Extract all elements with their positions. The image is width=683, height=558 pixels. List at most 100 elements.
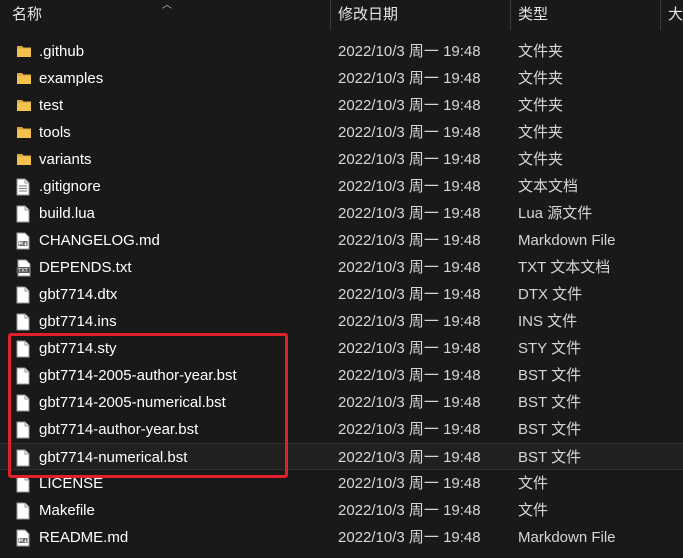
file-type: 文件夹 [518,70,564,87]
file-row[interactable]: gbt7714-2005-author-year.bst 2022/10/3 周… [0,362,683,389]
file-name: tools [39,124,71,141]
file-type: Markdown File [518,529,616,546]
file-name: gbt7714-2005-numerical.bst [39,394,226,411]
column-header-size[interactable]: 大 [668,0,683,30]
file-icon [16,367,32,385]
file-name: gbt7714.ins [39,313,117,330]
file-date-modified: 2022/10/3 周一 19:48 [338,475,481,492]
column-header-name[interactable]: 名称 [12,0,330,30]
file-type: 文件夹 [518,151,564,168]
file-type: TXT 文本文档 [518,259,611,276]
file-date-modified: 2022/10/3 周一 19:48 [338,286,481,303]
file-icon [16,313,32,331]
file-date-modified: 2022/10/3 周一 19:48 [338,151,481,168]
file-row[interactable]: .github 2022/10/3 周一 19:48 文件夹 [0,38,683,65]
folder-icon [16,124,32,142]
file-row[interactable]: gbt7714.dtx 2022/10/3 周一 19:48 DTX 文件 [0,281,683,308]
file-date-modified: 2022/10/3 周一 19:48 [338,70,481,87]
file-name: Makefile [39,502,95,519]
file-row[interactable]: variants 2022/10/3 周一 19:48 文件夹 [0,146,683,173]
file-row[interactable]: Makefile 2022/10/3 周一 19:48 文件 [0,497,683,524]
file-name: CHANGELOG.md [39,232,160,249]
column-divider[interactable] [330,0,331,30]
file-icon [16,286,32,304]
file-type: DTX 文件 [518,286,583,303]
text-document-icon [16,178,32,196]
file-row[interactable]: gbt7714-numerical.bst 2022/10/3 周一 19:48… [0,443,683,470]
file-type: 文件夹 [518,97,564,114]
column-divider[interactable] [510,0,511,30]
svg-text:TXT: TXT [17,268,28,274]
file-date-modified: 2022/10/3 周一 19:48 [338,394,481,411]
folder-icon [16,43,32,61]
txt-file-icon: TXT [16,259,32,277]
file-icon [16,449,32,467]
file-name: build.lua [39,205,95,222]
file-type: 文件夹 [518,124,564,141]
file-date-modified: 2022/10/3 周一 19:48 [338,313,481,330]
column-header-type[interactable]: 类型 [518,0,660,30]
file-date-modified: 2022/10/3 周一 19:48 [338,502,481,519]
file-name: variants [39,151,92,168]
file-name: .github [39,43,85,60]
file-type: STY 文件 [518,340,582,357]
file-type: 文本文档 [518,178,579,195]
file-icon [16,205,32,223]
file-type: 文件 [518,475,549,492]
file-icon [16,394,32,412]
file-date-modified: 2022/10/3 周一 19:48 [338,449,481,466]
file-type: 文件 [518,502,549,519]
file-row[interactable]: test 2022/10/3 周一 19:48 文件夹 [0,92,683,119]
file-row[interactable]: .gitignore 2022/10/3 周一 19:48 文本文档 [0,173,683,200]
file-name: gbt7714-author-year.bst [39,421,199,438]
file-row[interactable]: gbt7714-2005-numerical.bst 2022/10/3 周一 … [0,389,683,416]
file-date-modified: 2022/10/3 周一 19:48 [338,259,481,276]
file-row[interactable]: tools 2022/10/3 周一 19:48 文件夹 [0,119,683,146]
file-type: BST 文件 [518,449,582,466]
file-name: gbt7714.dtx [39,286,118,303]
file-row[interactable]: TXT DEPENDS.txt 2022/10/3 周一 19:48 TXT 文… [0,254,683,281]
column-header-date-modified[interactable]: 修改日期 [338,0,510,30]
file-name: examples [39,70,104,87]
file-name: test [39,97,64,114]
file-type: BST 文件 [518,394,582,411]
file-date-modified: 2022/10/3 周一 19:48 [338,205,481,222]
file-explorer-window: ︿ 名称 修改日期 类型 大 .github 2022/10/3 周一 19:4… [0,0,683,558]
file-row[interactable]: CHANGELOG.md 2022/10/3 周一 19:48 Markdown… [0,227,683,254]
file-name: gbt7714-numerical.bst [39,449,188,466]
file-row[interactable]: examples 2022/10/3 周一 19:48 文件夹 [0,65,683,92]
file-row[interactable]: gbt7714-author-year.bst 2022/10/3 周一 19:… [0,416,683,443]
file-date-modified: 2022/10/3 周一 19:48 [338,178,481,195]
file-row[interactable]: README.md 2022/10/3 周一 19:48 Markdown Fi… [0,524,683,551]
file-list: .github 2022/10/3 周一 19:48 文件夹 examples … [0,38,683,551]
file-name: LICENSE [39,475,104,492]
file-icon [16,502,32,520]
folder-icon [16,97,32,115]
file-icon [16,340,32,358]
file-name: .gitignore [39,178,101,195]
file-type: BST 文件 [518,421,582,438]
folder-icon [16,70,32,88]
file-type: 文件夹 [518,43,564,60]
file-date-modified: 2022/10/3 周一 19:48 [338,124,481,141]
file-name: README.md [39,529,129,546]
file-date-modified: 2022/10/3 周一 19:48 [338,529,481,546]
file-date-modified: 2022/10/3 周一 19:48 [338,367,481,384]
file-name: gbt7714-2005-author-year.bst [39,367,237,384]
file-type: BST 文件 [518,367,582,384]
file-date-modified: 2022/10/3 周一 19:48 [338,340,481,357]
markdown-file-icon [16,529,32,547]
file-date-modified: 2022/10/3 周一 19:48 [338,43,481,60]
file-type: INS 文件 [518,313,578,330]
file-row[interactable]: gbt7714.sty 2022/10/3 周一 19:48 STY 文件 [0,335,683,362]
file-name: DEPENDS.txt [39,259,132,276]
file-type: Lua 源文件 [518,205,593,222]
file-date-modified: 2022/10/3 周一 19:48 [338,421,481,438]
file-row[interactable]: LICENSE 2022/10/3 周一 19:48 文件 [0,470,683,497]
file-row[interactable]: build.lua 2022/10/3 周一 19:48 Lua 源文件 [0,200,683,227]
file-date-modified: 2022/10/3 周一 19:48 [338,97,481,114]
column-header-bar: ︿ 名称 修改日期 类型 大 [0,0,683,30]
column-divider[interactable] [660,0,661,30]
file-row[interactable]: gbt7714.ins 2022/10/3 周一 19:48 INS 文件 [0,308,683,335]
file-icon [16,421,32,439]
